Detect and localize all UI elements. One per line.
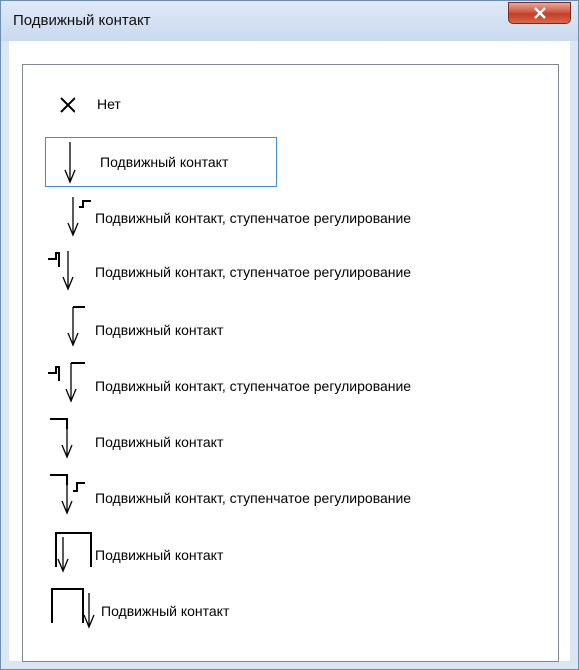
list-item-moving-contact[interactable]: Подвижный контакт: [45, 303, 345, 347]
title-bar[interactable]: Подвижный контакт: [1, 1, 578, 41]
list-item-moving-contact-selected[interactable]: Подвижный контакт: [45, 137, 277, 187]
list-item-moving-contact-step[interactable]: Подвижный контакт, ступенчатое регулиров…: [45, 359, 525, 403]
none-x-icon: [60, 97, 75, 113]
contact-type-list[interactable]: Нет Подвижный контакт Подвижный контакт,…: [22, 64, 559, 662]
close-icon: [534, 7, 546, 19]
list-item-moving-contact[interactable]: Подвижный контакт: [45, 583, 345, 629]
list-item-label: Подвижный контакт, ступенчатое регулиров…: [95, 490, 412, 506]
list-item-label: Нет: [97, 96, 121, 112]
moving-contact-bracket-left-icon: [51, 588, 95, 629]
list-item-label: Подвижный контакт: [95, 322, 224, 338]
window-title: Подвижный контакт: [13, 12, 151, 29]
list-item-moving-contact-step[interactable]: Подвижный контакт, ступенчатое регулиров…: [45, 471, 525, 515]
list-item-none[interactable]: Нет: [45, 83, 345, 127]
list-item-moving-contact-step[interactable]: Подвижный контакт, ступенчатое регулиров…: [45, 193, 525, 237]
list-item-moving-contact[interactable]: Подвижный контакт: [45, 527, 345, 573]
list-item-moving-contact-step[interactable]: Подвижный контакт, ступенчатое регулиров…: [45, 247, 525, 291]
list-item-label: Подвижный контакт: [100, 154, 229, 170]
list-item-label: Подвижный контакт, ступенчатое регулиров…: [95, 264, 412, 280]
list-item-label: Подвижный контакт: [95, 547, 224, 563]
list-item-label: Подвижный контакт: [95, 434, 224, 450]
list-item-moving-contact[interactable]: Подвижный контакт: [45, 415, 345, 459]
list-item-label: Подвижный контакт, ступенчатое регулиров…: [95, 210, 412, 226]
close-button[interactable]: [508, 2, 571, 24]
list-item-label: Подвижный контакт, ступенчатое регулиров…: [95, 378, 412, 394]
dialog-window: Подвижный контакт Нет Подвижный контакт: [0, 0, 579, 670]
list-item-label: Подвижный контакт: [101, 603, 230, 619]
moving-contact-arrow-icon: [64, 142, 76, 184]
